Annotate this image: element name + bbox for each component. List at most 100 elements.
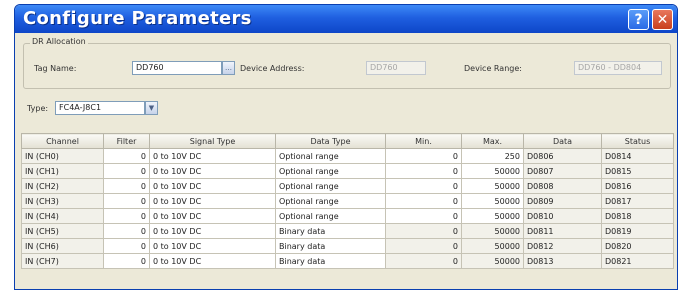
max-cell: 50000	[461, 253, 524, 269]
column-header-min: Min.	[385, 133, 462, 149]
table-row: IN (CH4) 0 0 to 10V DC Optional range 0 …	[21, 208, 674, 224]
table-row: IN (CH7) 0 0 to 10V DC Binary data 0 500…	[21, 253, 674, 269]
data-cell: D0810	[523, 208, 602, 224]
status-cell: D0814	[601, 148, 674, 164]
column-header-data-type: Data Type	[275, 133, 386, 149]
data-type-cell[interactable]: Binary data	[275, 223, 386, 239]
channel-cell: IN (CH3)	[21, 193, 104, 209]
min-cell[interactable]: 0	[385, 178, 462, 194]
channel-cell: IN (CH1)	[21, 163, 104, 179]
dialog-title: Configure Parameters	[23, 8, 252, 29]
min-cell: 0	[385, 223, 462, 239]
ellipsis-icon: …	[225, 64, 232, 72]
column-header-channel: Channel	[21, 133, 104, 149]
channel-cell: IN (CH0)	[21, 148, 104, 164]
channel-cell: IN (CH2)	[21, 178, 104, 194]
column-header-filter: Filter	[103, 133, 150, 149]
title-bar[interactable]: Configure Parameters ? ✕	[15, 5, 677, 33]
close-icon: ✕	[656, 11, 669, 28]
status-cell: D0819	[601, 223, 674, 239]
status-cell: D0818	[601, 208, 674, 224]
filter-cell[interactable]: 0	[103, 253, 150, 269]
device-range-label: Device Range:	[464, 64, 522, 73]
data-type-cell[interactable]: Optional range	[275, 163, 386, 179]
min-cell[interactable]: 0	[385, 163, 462, 179]
signal-type-cell[interactable]: 0 to 10V DC	[149, 253, 276, 269]
device-range-field: DD760 - DD804	[574, 61, 662, 75]
min-cell: 0	[385, 253, 462, 269]
filter-cell[interactable]: 0	[103, 208, 150, 224]
filter-cell[interactable]: 0	[103, 163, 150, 179]
max-cell[interactable]: 50000	[461, 208, 524, 224]
chevron-down-icon: ▼	[148, 104, 155, 112]
min-cell[interactable]: 0	[385, 148, 462, 164]
dr-allocation-group: DR Allocation Tag Name: DD760 … Device A…	[23, 37, 671, 89]
signal-type-cell[interactable]: 0 to 10V DC	[149, 193, 276, 209]
table-row: IN (CH3) 0 0 to 10V DC Optional range 0 …	[21, 193, 674, 209]
data-cell: D0812	[523, 238, 602, 254]
max-cell[interactable]: 50000	[461, 178, 524, 194]
data-cell: D0806	[523, 148, 602, 164]
status-cell: D0821	[601, 253, 674, 269]
configure-parameters-dialog: Configure Parameters ? ✕ DR Allocation T…	[14, 4, 678, 290]
min-cell[interactable]: 0	[385, 208, 462, 224]
filter-cell[interactable]: 0	[103, 193, 150, 209]
table-header-row: Channel Filter Signal Type Data Type Min…	[21, 133, 674, 149]
data-cell: D0813	[523, 253, 602, 269]
column-header-signal-type: Signal Type	[149, 133, 276, 149]
max-cell[interactable]: 250	[461, 148, 524, 164]
filter-cell[interactable]: 0	[103, 238, 150, 254]
data-type-cell[interactable]: Optional range	[275, 208, 386, 224]
device-address-label: Device Address:	[240, 64, 305, 73]
min-cell: 0	[385, 238, 462, 254]
channel-parameters-table: Channel Filter Signal Type Data Type Min…	[21, 133, 674, 269]
status-cell: D0815	[601, 163, 674, 179]
data-type-cell[interactable]: Binary data	[275, 253, 386, 269]
max-cell[interactable]: 50000	[461, 193, 524, 209]
channel-cell: IN (CH6)	[21, 238, 104, 254]
table-row: IN (CH2) 0 0 to 10V DC Optional range 0 …	[21, 178, 674, 194]
close-button[interactable]: ✕	[652, 9, 673, 30]
question-mark-icon: ?	[634, 11, 643, 28]
max-cell[interactable]: 50000	[461, 163, 524, 179]
data-cell: D0808	[523, 178, 602, 194]
filter-cell[interactable]: 0	[103, 178, 150, 194]
data-type-cell[interactable]: Optional range	[275, 148, 386, 164]
table-row: IN (CH0) 0 0 to 10V DC Optional range 0 …	[21, 148, 674, 164]
channel-cell: IN (CH5)	[21, 223, 104, 239]
status-cell: D0816	[601, 178, 674, 194]
tag-name-input[interactable]: DD760	[132, 61, 222, 75]
table-row: IN (CH5) 0 0 to 10V DC Binary data 0 500…	[21, 223, 674, 239]
min-cell[interactable]: 0	[385, 193, 462, 209]
filter-cell[interactable]: 0	[103, 148, 150, 164]
channel-cell: IN (CH7)	[21, 253, 104, 269]
data-type-cell[interactable]: Optional range	[275, 178, 386, 194]
table-row: IN (CH6) 0 0 to 10V DC Binary data 0 500…	[21, 238, 674, 254]
column-header-data: Data	[523, 133, 602, 149]
status-cell: D0820	[601, 238, 674, 254]
group-legend: DR Allocation	[30, 37, 88, 46]
help-button[interactable]: ?	[628, 9, 649, 30]
data-cell: D0809	[523, 193, 602, 209]
data-type-cell[interactable]: Optional range	[275, 193, 386, 209]
signal-type-cell[interactable]: 0 to 10V DC	[149, 178, 276, 194]
tag-name-label: Tag Name:	[34, 64, 77, 73]
table-row: IN (CH1) 0 0 to 10V DC Optional range 0 …	[21, 163, 674, 179]
type-select[interactable]: FC4A-J8C1	[55, 101, 145, 115]
type-dropdown-button[interactable]: ▼	[145, 101, 158, 115]
data-cell: D0807	[523, 163, 602, 179]
column-header-status: Status	[601, 133, 674, 149]
device-address-field: DD760	[366, 61, 426, 75]
signal-type-cell[interactable]: 0 to 10V DC	[149, 163, 276, 179]
filter-cell[interactable]: 0	[103, 223, 150, 239]
data-type-cell[interactable]: Binary data	[275, 238, 386, 254]
max-cell: 50000	[461, 238, 524, 254]
data-cell: D0811	[523, 223, 602, 239]
tag-name-browse-button[interactable]: …	[222, 61, 235, 75]
signal-type-cell[interactable]: 0 to 10V DC	[149, 208, 276, 224]
signal-type-cell[interactable]: 0 to 10V DC	[149, 223, 276, 239]
signal-type-cell[interactable]: 0 to 10V DC	[149, 238, 276, 254]
signal-type-cell[interactable]: 0 to 10V DC	[149, 148, 276, 164]
channel-cell: IN (CH4)	[21, 208, 104, 224]
max-cell: 50000	[461, 223, 524, 239]
